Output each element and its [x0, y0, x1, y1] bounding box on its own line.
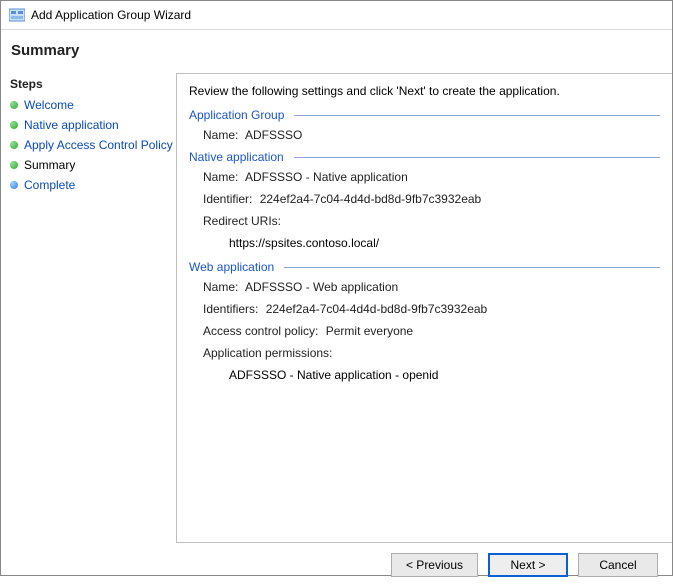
- step-label: Apply Access Control Policy: [24, 138, 173, 152]
- field-label: Identifier:: [203, 192, 252, 206]
- group-title: Application Group: [189, 108, 660, 122]
- field-value: ADFSSSO - Web application: [245, 280, 398, 294]
- group-web-application: Web application Name: ADFSSSO - Web appl…: [189, 260, 660, 382]
- wizard-footer: < Previous Next > Cancel: [1, 543, 672, 587]
- field-value: 224ef2a4-7c04-4d4d-bd8d-9fb7c3932eab: [260, 192, 482, 206]
- divider: [294, 157, 660, 158]
- field-label: Name:: [203, 280, 238, 294]
- field-label: Name:: [203, 170, 238, 184]
- previous-button[interactable]: < Previous: [391, 553, 478, 577]
- step-apply-access-control-policy[interactable]: Apply Access Control Policy: [7, 135, 176, 155]
- step-label: Complete: [24, 178, 75, 192]
- bullet-done-icon: [10, 121, 18, 129]
- step-label: Native application: [24, 118, 119, 132]
- field-label: Redirect URIs:: [203, 214, 281, 228]
- step-welcome[interactable]: Welcome: [7, 95, 176, 115]
- field-name: Name: ADFSSSO - Web application: [203, 280, 660, 294]
- group-title-text: Native application: [189, 150, 284, 164]
- cancel-button[interactable]: Cancel: [578, 553, 658, 577]
- bullet-done-icon: [10, 161, 18, 169]
- application-permission-value: ADFSSSO - Native application - openid: [229, 368, 660, 382]
- field-name: Name: ADFSSSO - Native application: [203, 170, 660, 184]
- app-icon: [9, 7, 25, 23]
- field-label: Identifiers:: [203, 302, 258, 316]
- page-title: Summary: [11, 42, 662, 59]
- field-access-control-policy: Access control policy: Permit everyone: [203, 324, 660, 338]
- field-label: Name:: [203, 128, 238, 142]
- step-native-application[interactable]: Native application: [7, 115, 176, 135]
- field-value: ADFSSSO: [245, 128, 302, 142]
- group-application-group: Application Group Name: ADFSSSO: [189, 108, 660, 142]
- field-identifiers: Identifiers: 224ef2a4-7c04-4d4d-bd8d-9fb…: [203, 302, 660, 316]
- content-area: Steps Welcome Native application Apply A…: [1, 73, 672, 543]
- redirect-uri-value: https://spsites.contoso.local/: [229, 236, 660, 250]
- step-label: Welcome: [24, 98, 74, 112]
- group-native-application: Native application Name: ADFSSSO - Nativ…: [189, 150, 660, 250]
- intro-text: Review the following settings and click …: [189, 84, 660, 98]
- group-title-text: Web application: [189, 260, 274, 274]
- field-label: Access control policy:: [203, 324, 318, 338]
- divider: [284, 267, 660, 268]
- field-label: Application permissions:: [203, 346, 332, 360]
- field-identifier: Identifier: 224ef2a4-7c04-4d4d-bd8d-9fb7…: [203, 192, 660, 206]
- field-application-permissions: Application permissions:: [203, 346, 660, 360]
- step-label: Summary: [24, 158, 75, 172]
- field-value: ADFSSSO - Native application: [245, 170, 408, 184]
- step-summary[interactable]: Summary: [7, 155, 176, 175]
- summary-panel: Review the following settings and click …: [176, 73, 672, 543]
- divider: [294, 115, 660, 116]
- window-title: Add Application Group Wizard: [31, 8, 191, 22]
- bullet-done-icon: [10, 101, 18, 109]
- group-title: Native application: [189, 150, 660, 164]
- bullet-pending-icon: [10, 181, 18, 189]
- titlebar: Add Application Group Wizard: [1, 1, 672, 30]
- next-button[interactable]: Next >: [488, 553, 568, 577]
- steps-sidebar: Steps Welcome Native application Apply A…: [1, 73, 176, 543]
- field-value: 224ef2a4-7c04-4d4d-bd8d-9fb7c3932eab: [266, 302, 488, 316]
- steps-heading: Steps: [7, 77, 176, 95]
- group-title: Web application: [189, 260, 660, 274]
- field-redirect-uris: Redirect URIs:: [203, 214, 660, 228]
- field-value: Permit everyone: [326, 324, 413, 338]
- field-name: Name: ADFSSSO: [203, 128, 660, 142]
- page-header: Summary: [1, 30, 672, 73]
- step-complete[interactable]: Complete: [7, 175, 176, 195]
- bullet-done-icon: [10, 141, 18, 149]
- group-title-text: Application Group: [189, 108, 284, 122]
